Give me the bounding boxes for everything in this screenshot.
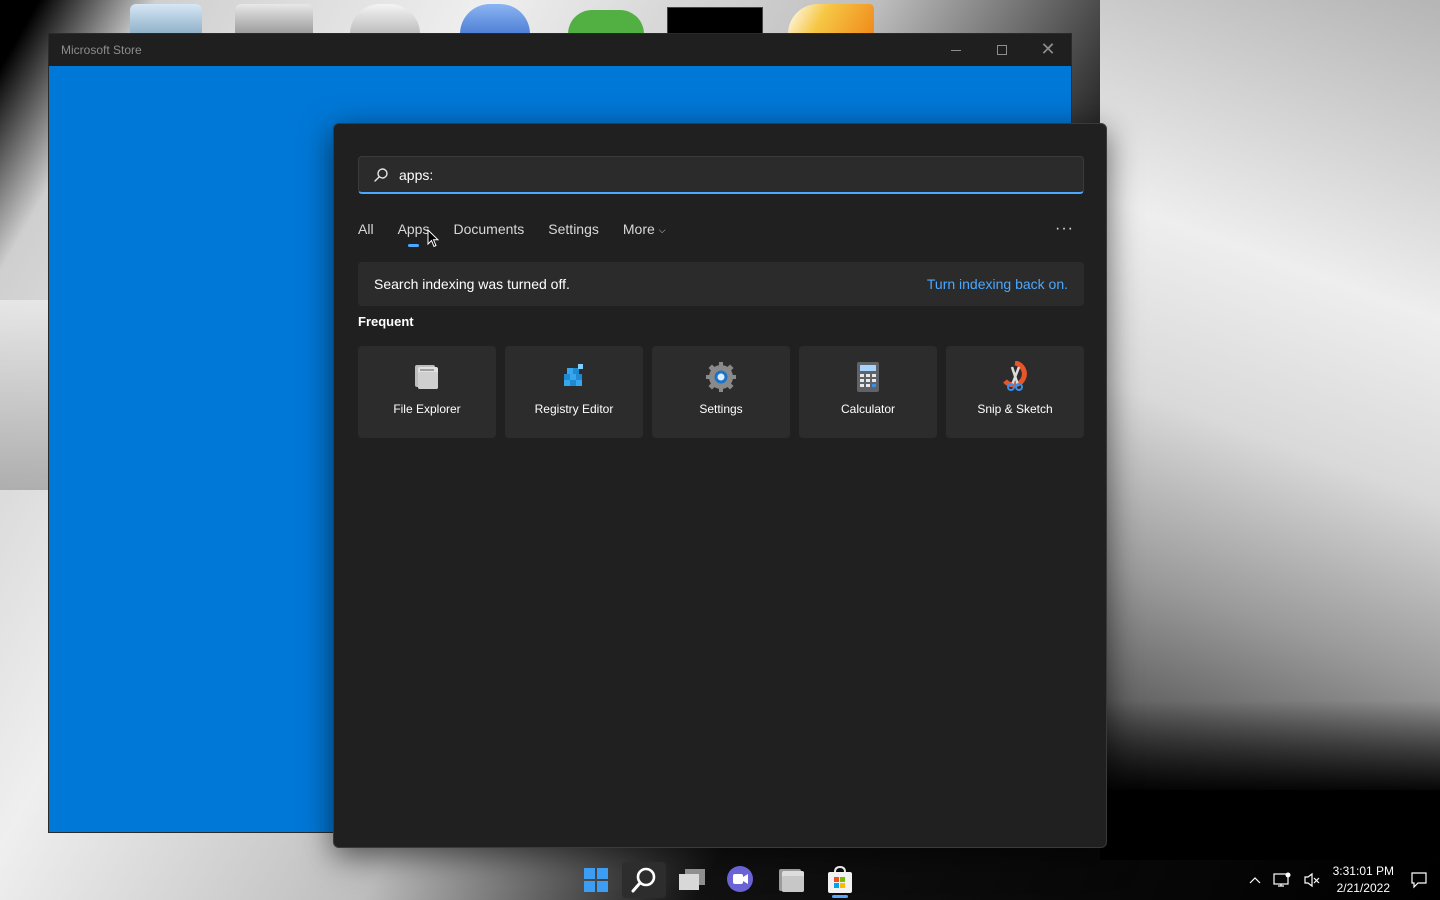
wallpaper-right-surface [1100, 0, 1440, 790]
tab-documents-label: Documents [453, 221, 525, 237]
teams-chat-icon[interactable] [718, 862, 762, 898]
running-indicator [832, 895, 848, 898]
tab-settings[interactable]: Settings [548, 219, 599, 249]
system-tray: 3:31:01 PM 2/21/2022 [1249, 860, 1440, 900]
minimize-icon [951, 49, 961, 51]
flame-app-desktop-icon[interactable] [788, 4, 874, 34]
xbox-desktop-icon[interactable] [568, 10, 644, 34]
notification-center-icon[interactable] [1410, 871, 1428, 889]
app-tile-label: Snip & Sketch [977, 402, 1053, 416]
file-explorer-icon [410, 360, 444, 394]
search-filter-tabs: All Apps Documents Settings More ⌵ ··· [358, 219, 1082, 249]
tab-all-label: All [358, 221, 374, 237]
tab-documents[interactable]: Documents [453, 219, 524, 249]
snip-sketch-icon [998, 360, 1032, 394]
file-explorer-icon[interactable] [769, 862, 813, 898]
black-window-desktop-icon[interactable] [667, 7, 763, 34]
frequent-section-title: Frequent [358, 314, 414, 329]
app-tile-snip-sketch[interactable]: Snip & Sketch [946, 346, 1084, 438]
window-title: Microsoft Store [61, 43, 142, 57]
mouse-pointer-icon [427, 228, 440, 253]
app-tile-label: Registry Editor [534, 402, 614, 416]
frequent-apps-grid: File Explorer Registry Editor Settings C… [358, 346, 1084, 438]
app-tile-calculator[interactable]: Calculator [799, 346, 937, 438]
calculator-icon [851, 360, 885, 394]
maximize-button[interactable] [979, 34, 1025, 66]
search-box[interactable] [358, 156, 1084, 194]
indexing-notice: Search indexing was turned off. Turn ind… [358, 262, 1084, 306]
app-tile-settings[interactable]: Settings [652, 346, 790, 438]
minimize-button[interactable] [933, 34, 979, 66]
app-tile-file-explorer[interactable]: File Explorer [358, 346, 496, 438]
recycle-bin-desktop-icon[interactable] [130, 4, 202, 34]
clock-time: 3:31:01 PM [1332, 864, 1394, 878]
search-icon[interactable] [622, 862, 666, 898]
system-clock[interactable]: 3:31:01 PM 2/21/2022 [1333, 863, 1394, 897]
microsoft-store-icon[interactable] [818, 862, 862, 898]
search-input[interactable] [399, 166, 1049, 183]
volume-muted-icon[interactable] [1303, 872, 1321, 888]
tab-apps-label: Apps [397, 221, 430, 237]
folder-desktop-icon[interactable] [235, 4, 313, 34]
taskbar: 3:31:01 PM 2/21/2022 [0, 860, 1440, 900]
settings-gear-icon [704, 360, 738, 394]
notice-text: Search indexing was turned off. [374, 276, 570, 292]
app-tile-label: File Explorer [393, 402, 461, 416]
app-tile-registry-editor[interactable]: Registry Editor [505, 346, 643, 438]
search-flyout: All Apps Documents Settings More ⌵ ··· S… [333, 123, 1107, 848]
app-tile-label: Settings [699, 402, 743, 416]
more-options-icon[interactable]: ··· [1055, 220, 1074, 238]
search-icon [373, 167, 389, 183]
tab-apps[interactable]: Apps [397, 219, 430, 249]
tab-more-label: More [622, 221, 655, 237]
start-icon[interactable] [574, 862, 618, 898]
close-button[interactable]: ✕ [1025, 34, 1071, 66]
store-titlebar[interactable]: Microsoft Store ✕ [49, 34, 1071, 66]
wallpaper-shadow [1100, 700, 1440, 860]
maximize-icon [997, 45, 1007, 55]
tab-more[interactable]: More ⌵ [623, 219, 666, 249]
chevron-up-icon[interactable] [1249, 876, 1261, 884]
chevron-down-icon: ⌵ [658, 225, 666, 235]
app-tile-label: Calculator [840, 402, 896, 416]
registry-editor-icon [557, 360, 591, 394]
network-icon[interactable] [1273, 872, 1291, 888]
tab-all[interactable]: All [358, 219, 374, 249]
task-view-icon[interactable] [670, 862, 714, 898]
close-icon: ✕ [1040, 39, 1056, 60]
turn-indexing-on-link[interactable]: Turn indexing back on. [927, 276, 1068, 292]
tab-settings-label: Settings [548, 221, 599, 237]
clock-date: 2/21/2022 [1336, 881, 1390, 895]
